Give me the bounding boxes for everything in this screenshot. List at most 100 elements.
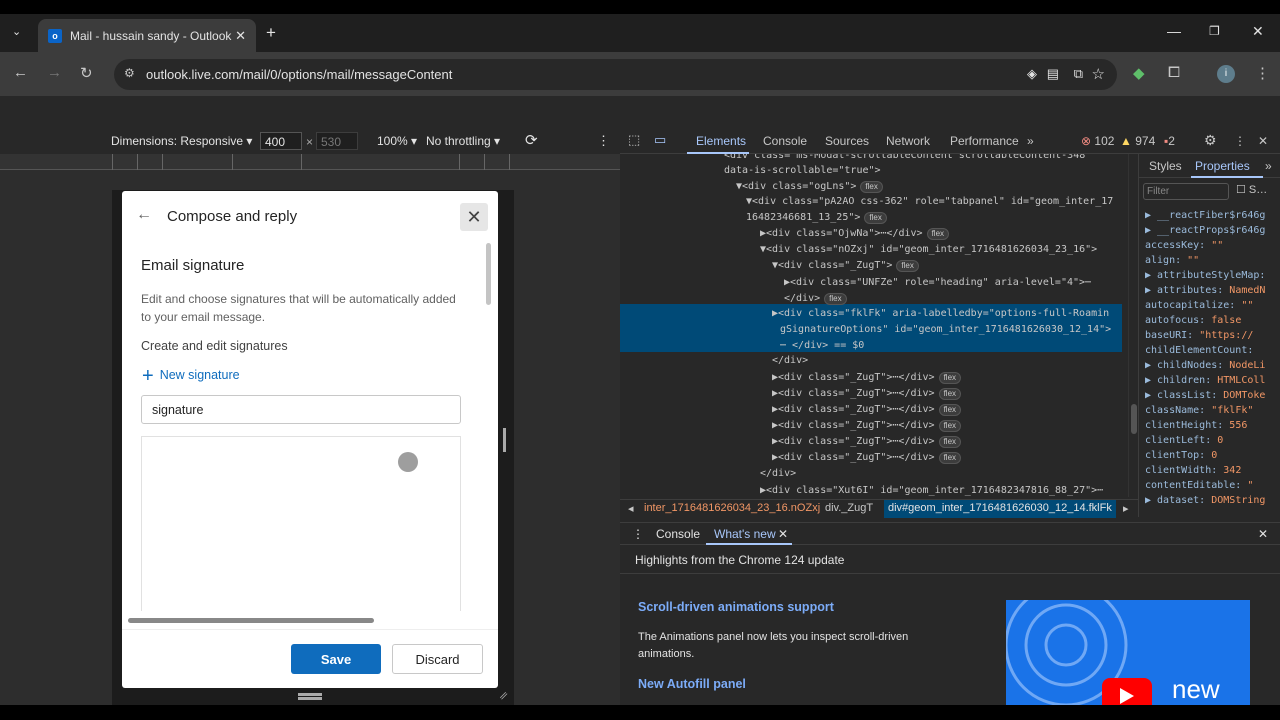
bookmark-star-icon[interactable]: ☆ [1092, 65, 1105, 83]
tab-console[interactable]: Console [763, 134, 807, 148]
property-row[interactable]: clientLeft: 0 [1145, 433, 1223, 448]
dom-node-line[interactable]: ▶<div class="UNFZe" role="heading" aria-… [784, 275, 1091, 291]
dom-node-line[interactable]: 16482346681_13_25"> flex [746, 210, 887, 226]
extensions-puzzle-icon[interactable]: ⧠ [1168, 64, 1180, 81]
flex-badge[interactable]: flex [938, 436, 962, 448]
viewport-resize-handle-right[interactable] [503, 428, 506, 452]
breadcrumb-item-1[interactable]: inter_1716481626034_23_16.nOZxj [644, 502, 820, 514]
dialog-vertical-scrollbar[interactable] [486, 243, 491, 305]
minimize-icon[interactable]: — [1167, 23, 1181, 39]
property-row[interactable]: ▶ dataset: DOMString [1145, 493, 1265, 508]
property-row[interactable]: ▶ classList: DOMToke [1145, 388, 1265, 403]
dom-node-line[interactable]: ⋯ </div> == $0 [780, 338, 864, 354]
flex-badge[interactable]: flex [824, 293, 847, 305]
dimensions-select[interactable]: Dimensions: Responsive ▾ [111, 134, 252, 148]
zoom-select[interactable]: 100% ▾ [377, 134, 417, 148]
new-tab-icon[interactable]: + [266, 23, 276, 43]
devtools-close-icon[interactable]: ✕ [1258, 134, 1268, 148]
dom-node-line[interactable]: gSignatureOptions" id="geom_inter_171648… [780, 322, 1111, 338]
flex-badge[interactable]: flex [896, 260, 919, 272]
scroll-animations-link[interactable]: Scroll-driven animations support [638, 600, 834, 614]
property-row[interactable]: contentEditable: " [1145, 478, 1253, 493]
new-signature-button[interactable]: + New signature [142, 365, 240, 388]
throttling-select[interactable]: No throttling ▾ [426, 134, 500, 148]
show-all-checkbox[interactable]: ☐ S… [1236, 183, 1267, 196]
viewport-resize-handle-bottom[interactable] [298, 693, 322, 696]
dom-node-line[interactable]: ▼<div class="nOZxj" id="geom_inter_17164… [760, 242, 1097, 258]
site-info-icon[interactable]: ⚙ [124, 66, 135, 80]
tab-properties[interactable]: Properties [1195, 159, 1250, 173]
flex-badge[interactable]: flex [860, 181, 883, 193]
dom-node-line[interactable]: ▶<div class="_ZugT">⋯</div> flex [772, 386, 962, 402]
property-row[interactable]: ▶ attributes: NamedN [1145, 283, 1265, 298]
flex-badge[interactable]: flex [926, 228, 950, 240]
address-bar[interactable]: ⚙ outlook.live.com/mail/0/options/mail/m… [114, 59, 1117, 90]
property-row[interactable]: ▶ attributeStyleMap: [1145, 268, 1265, 283]
dom-node-line[interactable]: ▶<div class="_ZugT">⋯</div> flex [772, 402, 962, 418]
flex-badge[interactable]: flex [938, 452, 962, 464]
dom-node-line[interactable]: ▶<div class="_ZugT">⋯</div> flex [772, 370, 962, 386]
install-app-icon[interactable]: ◈ [1027, 66, 1037, 82]
flex-badge[interactable]: flex [938, 388, 962, 400]
tab-network[interactable]: Network [886, 134, 930, 148]
warning-count[interactable]: ▲ 974 [1120, 134, 1155, 148]
tab-elements[interactable]: Elements [696, 134, 746, 148]
discard-button[interactable]: Discard [392, 644, 483, 674]
browser-menu-icon[interactable]: ⋮ [1255, 64, 1270, 82]
dom-node-line[interactable]: ▶<div class="_ZugT">⋯</div> flex [772, 434, 962, 450]
back-arrow-icon[interactable]: ← [136, 206, 152, 224]
drawer-tab-whats-new[interactable]: What's new [714, 527, 776, 541]
properties-filter-input[interactable]: Filter [1143, 183, 1229, 200]
dom-node-line[interactable]: </div> [772, 353, 808, 369]
signature-name-input[interactable] [141, 395, 461, 424]
height-input[interactable]: 530 [316, 132, 358, 150]
more-side-tabs-icon[interactable]: » [1265, 159, 1272, 173]
browser-tab[interactable]: o Mail - hussain sandy - Outlook ✕ [38, 19, 256, 52]
property-row[interactable]: ▶ __reactProps$r646g [1145, 223, 1265, 238]
reload-icon[interactable]: ↻ [80, 64, 93, 82]
breadcrumb-item-3[interactable]: div#geom_inter_1716481626030_12_14.fklFk [884, 500, 1116, 518]
breadcrumb-scroll-left-icon[interactable]: ◂ [628, 502, 634, 515]
breadcrumb-scroll-right-icon[interactable]: ▸ [1123, 502, 1129, 515]
width-input[interactable]: 400 [260, 132, 302, 150]
device-toggle-icon[interactable]: ▭ [654, 132, 666, 148]
rotate-icon[interactable]: ⟳ [525, 131, 538, 149]
issue-count[interactable]: ▪2 [1164, 134, 1175, 148]
drawer-menu-icon[interactable]: ⋮ [632, 527, 644, 541]
breadcrumb-item-2[interactable]: div._ZugT [825, 502, 873, 514]
property-row[interactable]: childElementCount: [1145, 343, 1253, 358]
close-whats-new-icon[interactable]: ✕ [778, 527, 788, 541]
save-button[interactable]: Save [291, 644, 381, 674]
extension-icon[interactable]: ◆ [1133, 64, 1145, 82]
property-row[interactable]: baseURI: "https:// [1145, 328, 1253, 343]
dom-node-line[interactable]: ▶<div class="fklFk" aria-labelledby="opt… [772, 306, 1109, 322]
drawer-tab-console[interactable]: Console [656, 527, 700, 541]
dom-node-line[interactable]: </div> [760, 466, 796, 482]
settings-gear-icon[interactable]: ⚙ [1204, 132, 1217, 149]
tab-styles[interactable]: Styles [1149, 159, 1182, 173]
inspect-element-icon[interactable]: ⬚ [628, 132, 640, 148]
restore-icon[interactable]: ❐ [1209, 24, 1220, 38]
dom-node-line[interactable]: ▶<div class="_ZugT">⋯</div> flex [772, 418, 962, 434]
property-row[interactable]: className: "fklFk" [1145, 403, 1253, 418]
property-row[interactable]: ▶ childNodes: NodeLi [1145, 358, 1265, 373]
device-menu-icon[interactable]: ⋮ [597, 133, 610, 149]
cast-icon[interactable]: ⧉ [1074, 66, 1083, 82]
property-row[interactable]: autofocus: false [1145, 313, 1241, 328]
flex-badge[interactable]: flex [864, 212, 887, 224]
property-row[interactable]: ▶ children: HTMLColl [1145, 373, 1265, 388]
window-close-icon[interactable]: ✕ [1252, 23, 1264, 40]
dom-node-line[interactable]: ▼<div class="ogLns"> flex [736, 179, 883, 195]
dom-node-line[interactable]: ▼<div class="_ZugT"> flex [772, 258, 919, 274]
property-row[interactable]: autocapitalize: "" [1145, 298, 1253, 313]
property-row[interactable]: clientWidth: 342 [1145, 463, 1241, 478]
property-row[interactable]: clientHeight: 556 [1145, 418, 1247, 433]
dom-node-line[interactable]: ▶<div class="Xut6I" id="geom_inter_17164… [760, 483, 1103, 497]
tab-search-icon[interactable]: ⌄ [12, 25, 21, 38]
forward-icon[interactable]: → [47, 64, 62, 81]
dom-node-line[interactable]: data-is-scrollable="true"> [724, 163, 881, 179]
dom-node-line[interactable]: ▶<div class="_ZugT">⋯</div> flex [772, 450, 962, 466]
more-tabs-icon[interactable]: » [1027, 134, 1034, 148]
flex-badge[interactable]: flex [938, 420, 962, 432]
error-count[interactable]: ⊗ 102 [1081, 134, 1114, 148]
